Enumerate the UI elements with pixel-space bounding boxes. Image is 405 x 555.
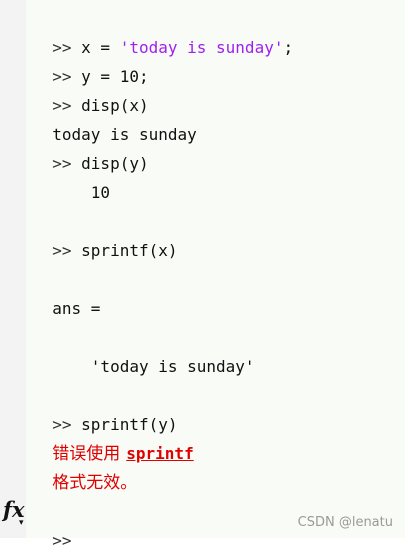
console-line-error: 格式无效。 xyxy=(33,439,137,493)
output-text: 'today is sunday' xyxy=(52,357,255,376)
console-line-current-prompt[interactable]: >> xyxy=(33,497,71,550)
error-message: 格式无效。 xyxy=(52,473,138,493)
code-text: ; xyxy=(283,38,294,57)
console-line-input: >> disp(y) xyxy=(33,120,148,173)
console-line-output: 'today is sunday' xyxy=(33,323,255,376)
console-line-output: 10 xyxy=(33,149,110,202)
console-line-input: >> y = 10; xyxy=(33,33,148,86)
output-text: ans = xyxy=(52,299,101,318)
output-text: 10 xyxy=(52,183,111,202)
console-line-input: >> x = 'today is sunday'; xyxy=(33,4,293,57)
console-line-error: 错误使用 sprintf xyxy=(33,410,193,464)
console-line-input: >> sprintf(x) xyxy=(33,207,177,260)
console-line-output: today is sunday xyxy=(33,91,197,144)
console-line-input: >> sprintf(y) xyxy=(33,381,177,434)
chevron-down-icon[interactable]: ▾ xyxy=(19,518,24,528)
command-prompt: >> xyxy=(52,531,72,550)
console-line-input: >> disp(x) xyxy=(33,62,148,115)
code-text: sprintf(x) xyxy=(71,241,178,260)
watermark: CSDN @lenatu xyxy=(297,515,393,530)
command-prompt: >> xyxy=(52,241,72,260)
console-line-output: ans = xyxy=(33,265,100,318)
command-window-gutter xyxy=(0,0,26,538)
